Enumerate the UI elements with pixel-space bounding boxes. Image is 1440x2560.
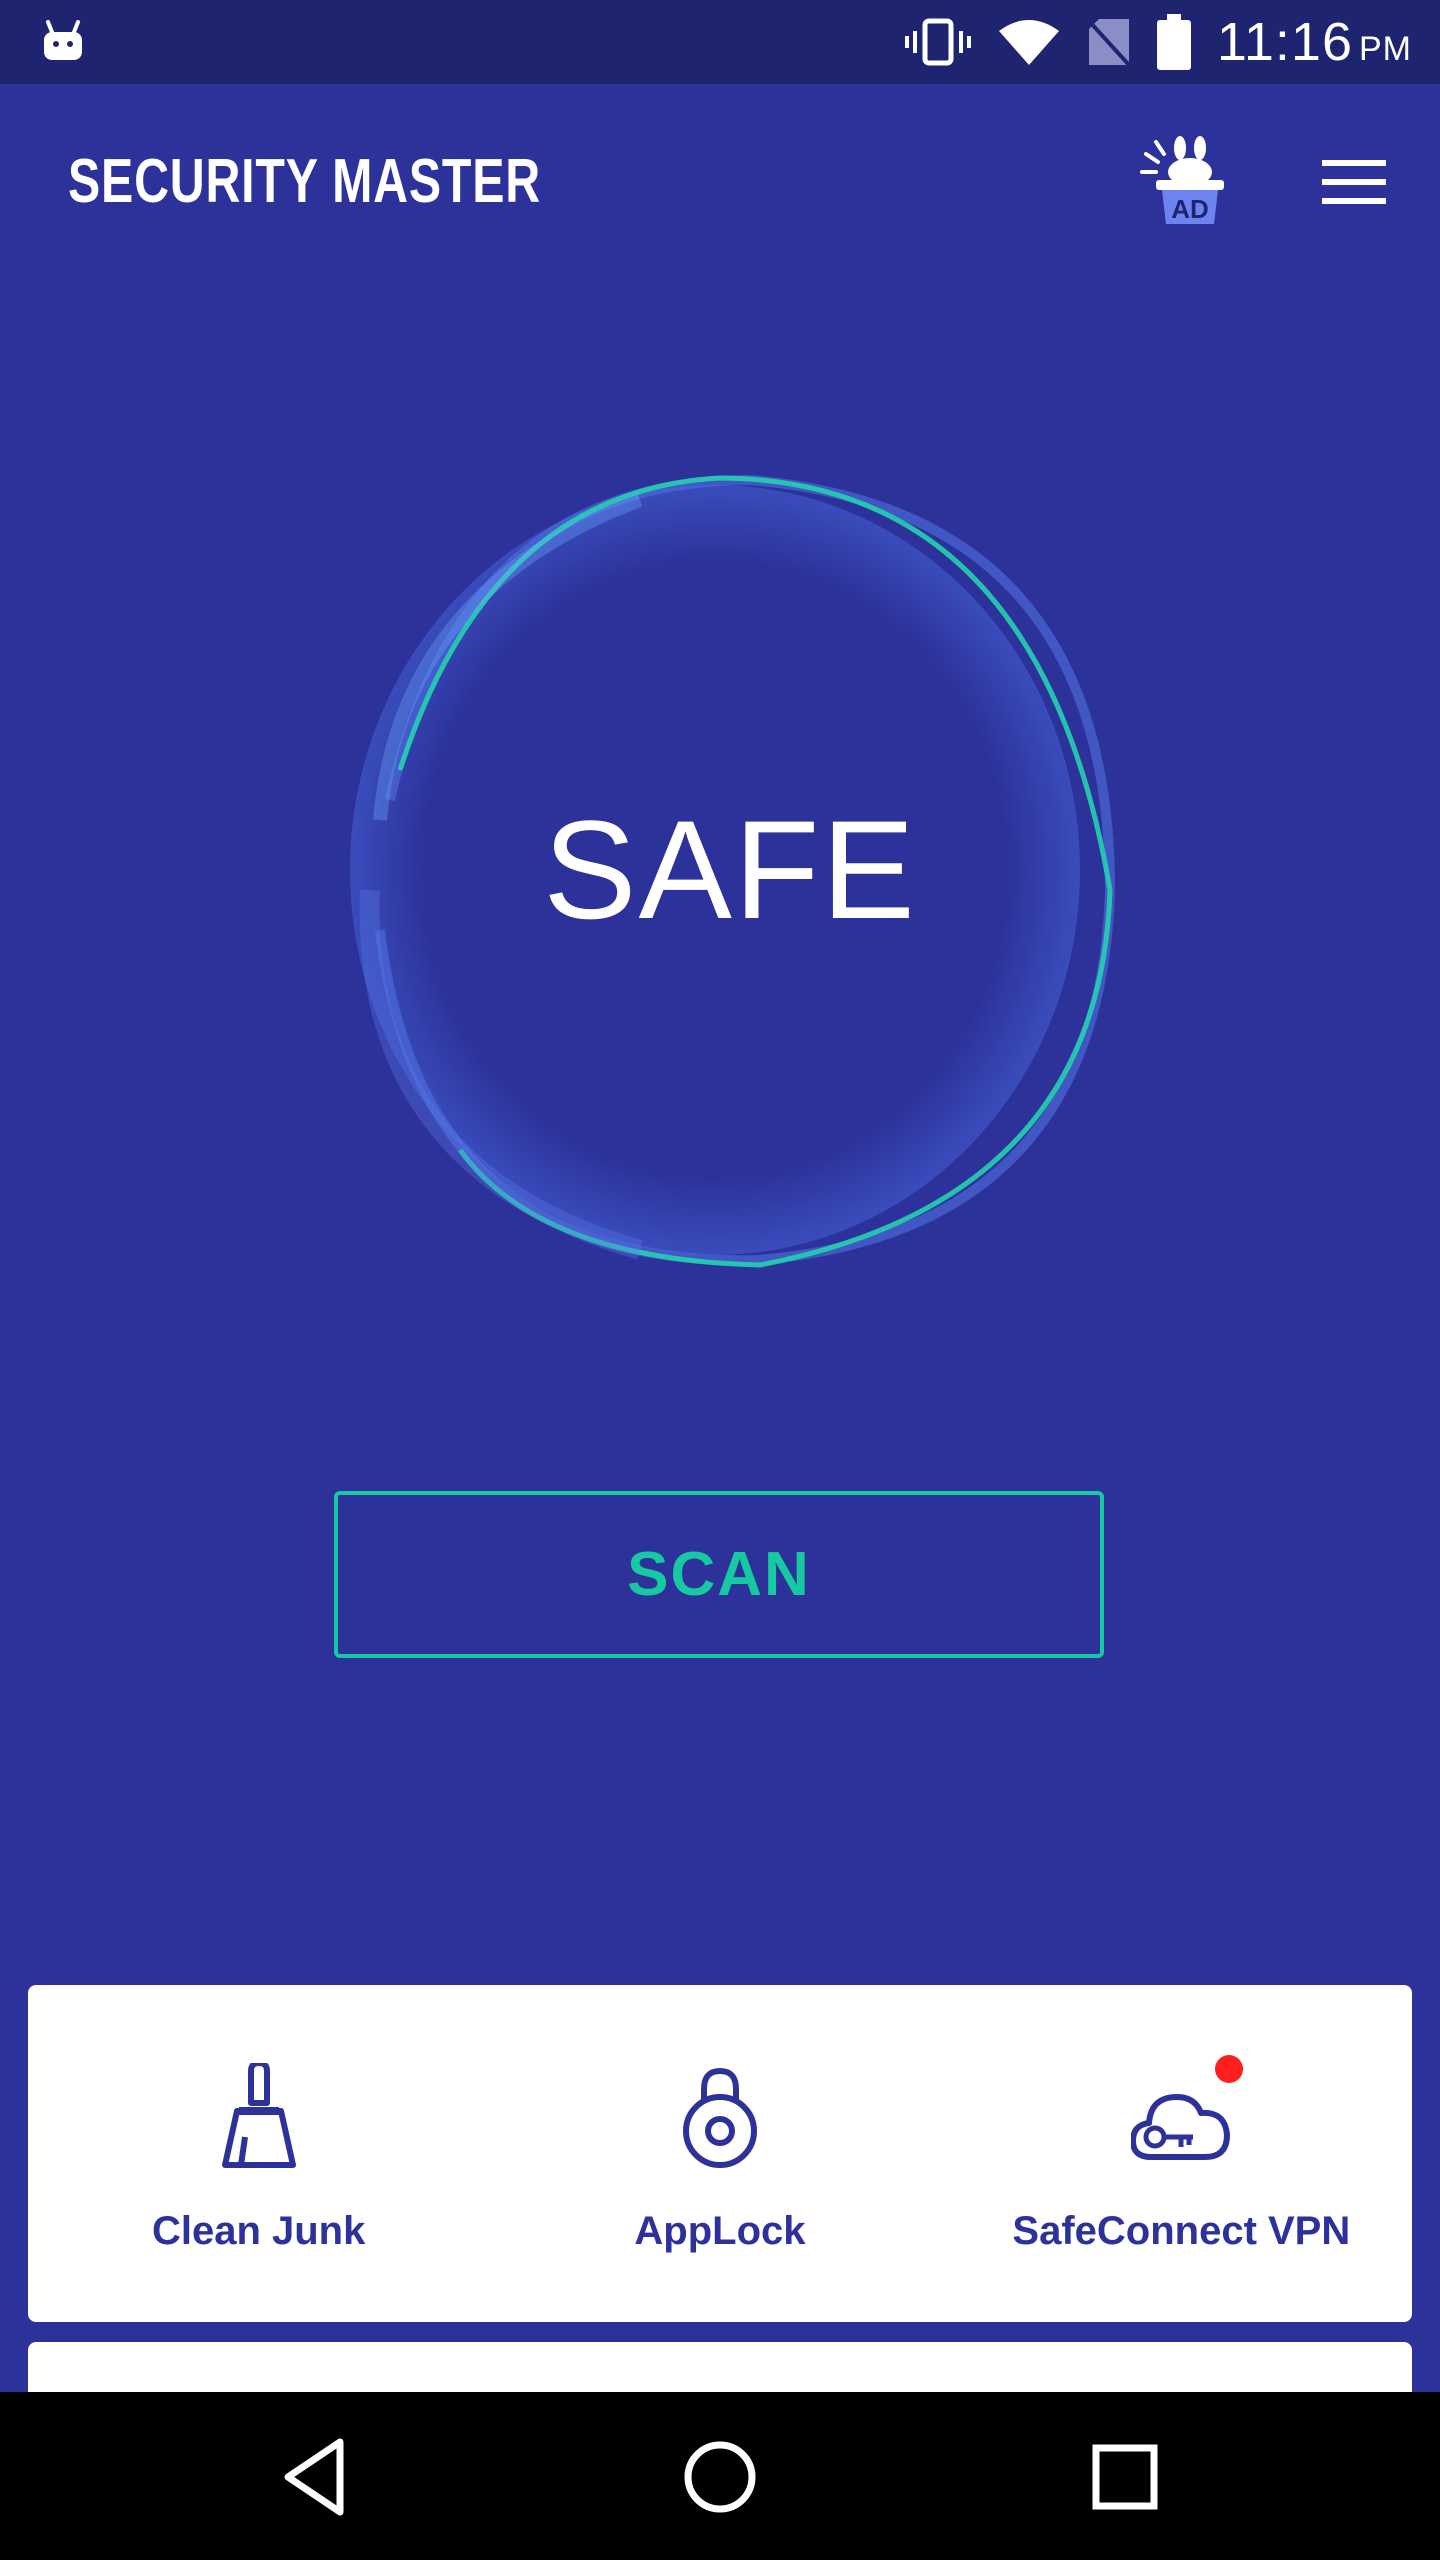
tool-label-applock: AppLock [634, 2209, 806, 2253]
status-label: SAFE [543, 791, 917, 948]
clock-time: 11:16 [1216, 12, 1353, 72]
broom-icon [221, 2060, 296, 2168]
ad-remover-button[interactable]: AD [1140, 134, 1232, 226]
home-icon[interactable] [675, 2432, 765, 2522]
tool-clean-junk[interactable]: Clean Junk [28, 1985, 489, 2322]
app-bar: SECURITY MASTER AD [0, 84, 1440, 274]
tool-safeconnect-vpn[interactable]: SafeConnect VPN [951, 1985, 1412, 2322]
tools-card: Clean Junk AppLock SafeConnect VPN [28, 1985, 1412, 2322]
no-sim-icon [1087, 19, 1131, 67]
ad-label: AD [1171, 194, 1209, 224]
battery-icon [1156, 14, 1191, 70]
navigation-bar [0, 2392, 1440, 2560]
tool-label-safeconnect-vpn: SafeConnect VPN [1012, 2209, 1351, 2253]
recents-icon[interactable] [1080, 2432, 1170, 2522]
scan-button[interactable]: SCAN [334, 1491, 1104, 1658]
tool-applock[interactable]: AppLock [489, 1985, 950, 2322]
clock-ampm: PM [1359, 30, 1412, 68]
app-title: SECURITY MASTER [68, 147, 541, 216]
ad-rabbit-icon: AD [1140, 136, 1224, 224]
status-bar: 11:16 PM [0, 0, 1440, 84]
cloud-key-icon [1130, 2094, 1231, 2160]
vibrate-icon [904, 18, 971, 66]
clock: 11:16 PM [1217, 11, 1412, 73]
lock-icon [682, 2067, 757, 2168]
back-icon[interactable] [270, 2432, 360, 2522]
notification-badge [1215, 2055, 1244, 2083]
safety-status-circle: SAFE [340, 470, 1120, 1270]
android-icon [44, 20, 82, 60]
wifi-icon [998, 20, 1059, 65]
hamburger-menu-icon[interactable] [1322, 158, 1386, 206]
tool-label-clean-junk: Clean Junk [151, 2209, 366, 2253]
